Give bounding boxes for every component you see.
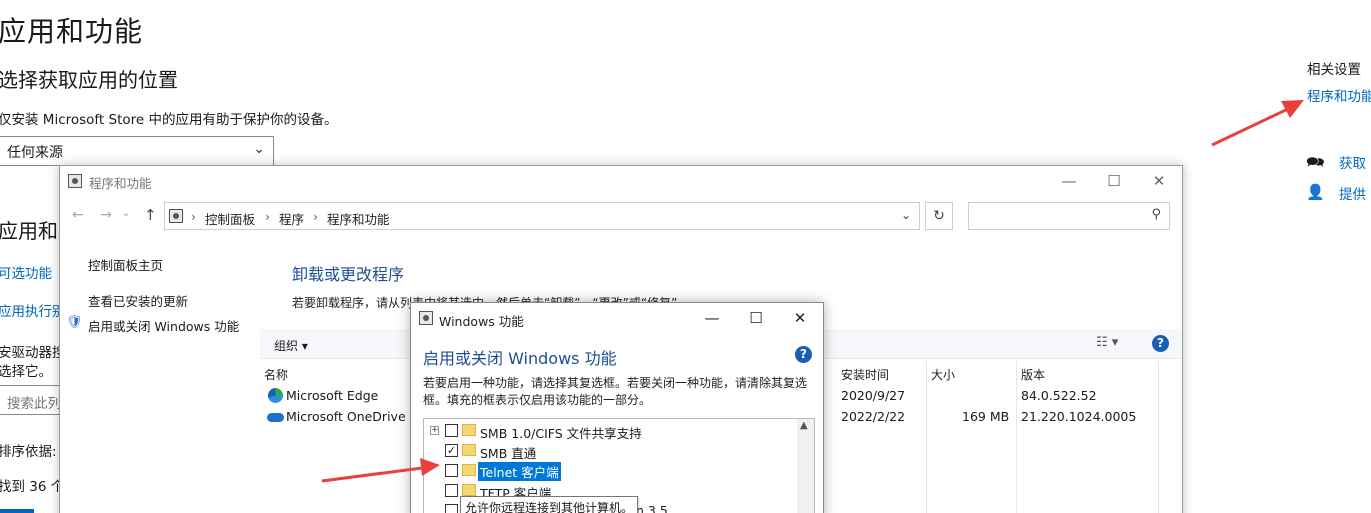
nav-view-updates[interactable]: 查看已安装的更新	[88, 291, 188, 310]
column-size[interactable]: 大小	[931, 366, 955, 383]
nav-control-panel-home[interactable]: 控制面板主页	[88, 255, 163, 274]
feature-label: SMB 1.0/CIFS 文件共享支持	[480, 426, 642, 441]
feedback-link[interactable]: 提供	[1339, 183, 1366, 203]
features-app-icon	[419, 311, 433, 325]
found-count: 找到 36 个	[0, 479, 65, 495]
feature-label: n 3.5	[636, 503, 668, 513]
app-source-dropdown[interactable]: 任何来源 ⌄	[0, 136, 274, 166]
column-divider	[1016, 361, 1017, 513]
feature-checkbox[interactable]	[445, 504, 458, 513]
view-options-icon[interactable]: ☷ ▾	[1096, 335, 1118, 350]
feature-telnet-client[interactable]: Telnet 客户端	[424, 461, 796, 481]
nav-windows-features[interactable]: 启用或关闭 Windows 功能	[88, 316, 239, 335]
back-arrow-icon[interactable]: ←	[72, 207, 84, 223]
arrow-line-top	[1211, 106, 1291, 147]
address-row: ← → ⌄ ↑ › 控制面板 › 程序 › 程序和功能 ⌄ ↻ ⚲	[60, 201, 1182, 233]
folder-icon	[462, 424, 476, 436]
chevron-down-icon: ⌄	[253, 141, 265, 157]
choose-location-desc: 仅安装 Microsoft Store 中的应用有助于保护你的设备。	[0, 112, 338, 128]
address-cp-icon	[169, 209, 183, 223]
folder-icon	[462, 484, 476, 496]
optional-features-link[interactable]: 可选功能	[0, 262, 52, 282]
folder-icon	[462, 464, 476, 476]
dialog-minimize-button[interactable]: —	[689, 303, 735, 333]
window-title: 程序和功能	[89, 176, 152, 191]
refresh-button[interactable]: ↻	[925, 202, 953, 230]
chevron-down-icon[interactable]: ⌄	[901, 208, 911, 222]
program-version: 21.220.1024.0005	[1021, 409, 1137, 424]
crumb-separator-icon: ›	[313, 209, 318, 224]
sort-by-label: 排序依据:	[0, 444, 57, 460]
program-installed: 2022/2/22	[841, 409, 906, 424]
feature-label: SMB 直通	[480, 446, 537, 461]
dialog-title: Windows 功能	[439, 314, 524, 329]
window-titlebar: 程序和功能 — ☐ ✕	[60, 166, 1182, 196]
drive-text-line1: 安驱动器搜	[0, 345, 66, 361]
crumb-separator-icon: ›	[191, 209, 196, 224]
close-button[interactable]: ✕	[1136, 166, 1182, 196]
dialog-help-icon[interactable]: ?	[795, 346, 812, 363]
dialog-description: 若要启用一种功能，请选择其复选框。若要关闭一种功能，请清除其复选框。填充的框表示…	[423, 376, 808, 407]
arrow-head-top	[1281, 100, 1304, 118]
windows-features-dialog: Windows 功能 — ☐ ✕ 启用或关闭 Windows 功能 ? 若要启用…	[410, 302, 824, 513]
dialog-heading: 启用或关闭 Windows 功能	[423, 349, 617, 368]
feature-checkbox[interactable]	[445, 424, 458, 437]
feature-checkbox[interactable]	[445, 484, 458, 497]
get-help-link[interactable]: 获取	[1339, 152, 1366, 172]
page-title: 应用和功能	[0, 15, 144, 48]
section-title: 卸载或更改程序	[292, 265, 405, 284]
column-divider	[1158, 361, 1159, 513]
forward-arrow-icon[interactable]: →	[100, 207, 112, 223]
address-bar[interactable]: › 控制面板 › 程序 › 程序和功能 ⌄	[164, 202, 920, 230]
app-execution-alias-link[interactable]: 应用执行别	[0, 300, 66, 320]
feature-smb-direct[interactable]: ✓ SMB 直通	[424, 441, 796, 461]
feedback-icon: 👤	[1306, 183, 1325, 201]
program-version: 84.0.522.52	[1021, 388, 1097, 403]
feature-tooltip: 允许你远程连接到其他计算机。	[460, 496, 639, 513]
chat-help-icon: 🗪	[1306, 153, 1325, 171]
app-source-value: 任何来源	[7, 145, 63, 161]
tree-scrollbar[interactable]: ▲	[797, 419, 814, 513]
search-list-input[interactable]: 搜索此列	[0, 385, 61, 415]
programs-features-link[interactable]: 程序和功能	[1307, 85, 1371, 105]
scroll-up-icon[interactable]: ▲	[800, 420, 808, 431]
control-panel-icon	[68, 174, 82, 188]
crumb-control-panel[interactable]: 控制面板	[205, 209, 255, 228]
recent-chevron-icon[interactable]: ⌄	[122, 208, 130, 219]
dialog-maximize-button[interactable]: ☐	[733, 303, 779, 333]
related-settings-heading: 相关设置	[1307, 62, 1361, 78]
dialog-close-button[interactable]: ✕	[777, 303, 823, 333]
choose-location-title: 选择获取应用的位置	[0, 68, 178, 92]
column-divider	[926, 361, 927, 513]
column-name[interactable]: 名称	[264, 366, 288, 383]
crumb-programs[interactable]: 程序	[279, 209, 304, 228]
expand-plus-icon[interactable]: +	[430, 426, 439, 435]
program-size: 169 MB	[962, 409, 1010, 424]
organize-label: 组织	[274, 339, 299, 353]
column-version[interactable]: 版本	[1021, 366, 1045, 383]
organize-button[interactable]: 组织 ▾	[274, 337, 308, 354]
crumb-separator-icon: ›	[265, 209, 270, 224]
search-icon: ⚲	[1151, 207, 1161, 222]
help-icon[interactable]: ?	[1152, 335, 1169, 352]
minimize-button[interactable]: —	[1046, 166, 1092, 196]
program-installed: 2020/9/27	[841, 388, 906, 403]
feature-checkbox[interactable]	[445, 464, 458, 477]
program-name[interactable]: Microsoft Edge	[286, 388, 378, 403]
feature-smb1[interactable]: + SMB 1.0/CIFS 文件共享支持	[424, 421, 796, 441]
up-arrow-icon[interactable]: ↑	[144, 206, 157, 224]
drive-text-line2: 选择它。	[0, 364, 52, 380]
edge-icon	[268, 388, 283, 403]
feature-checkbox-checked[interactable]: ✓	[445, 444, 458, 457]
shield-icon: 🛡	[66, 315, 83, 330]
column-installed[interactable]: 安装时间	[841, 366, 889, 383]
onedrive-icon	[267, 413, 284, 422]
maximize-button[interactable]: ☐	[1091, 166, 1137, 196]
folder-icon	[462, 444, 476, 456]
program-name[interactable]: Microsoft OneDrive	[286, 409, 406, 424]
accent-bar	[0, 509, 34, 513]
search-input[interactable]: ⚲	[968, 202, 1170, 230]
crumb-programs-features[interactable]: 程序和功能	[327, 209, 390, 228]
feature-label-selected: Telnet 客户端	[478, 462, 561, 481]
